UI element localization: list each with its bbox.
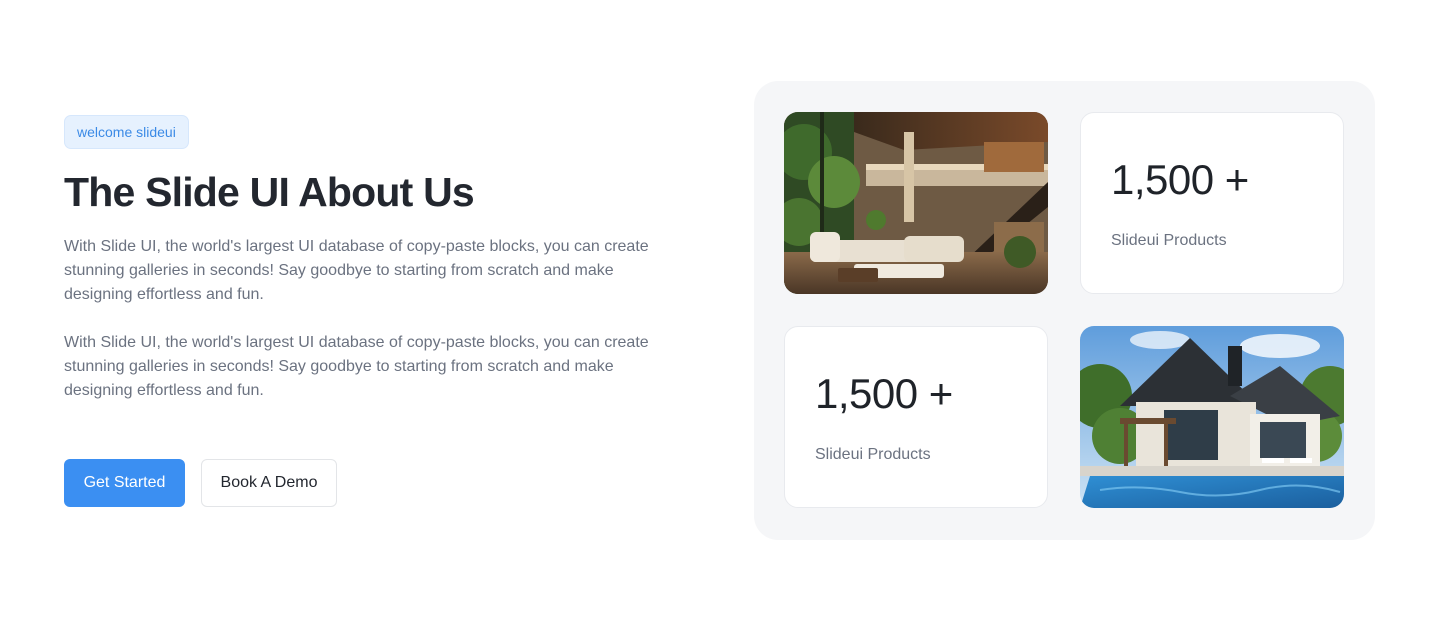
description-paragraph-1: With Slide UI, the world's largest UI da…	[64, 238, 649, 303]
welcome-badge: welcome slideui	[64, 115, 189, 149]
products-stat-card: 1,500 + Slideui Products	[1080, 112, 1344, 294]
stat-value: 1,500 +	[1111, 156, 1249, 203]
get-started-button[interactable]: Get Started	[64, 459, 185, 507]
stat-label: Slideui Products	[1111, 232, 1227, 249]
stat-label: Slideui Products	[815, 446, 931, 463]
about-section: welcome slideui The Slide UI About Us Wi…	[0, 0, 1440, 621]
cta-group: Get Started Book A Demo	[64, 459, 337, 507]
stat-value: 1,500 +	[815, 370, 953, 417]
modern-house-pool-photo	[1080, 326, 1344, 508]
gallery-panel: 1,500 + Slideui Products 1,500 + Slideui…	[754, 81, 1375, 540]
description-paragraph-2: With Slide UI, the world's largest UI da…	[64, 334, 649, 399]
products-stat-card: 1,500 + Slideui Products	[784, 326, 1048, 508]
page-title: The Slide UI About Us	[64, 169, 475, 215]
interior-living-room-photo	[784, 112, 1048, 294]
about-content: welcome slideui The Slide UI About Us Wi…	[64, 115, 684, 403]
book-demo-button[interactable]: Book A Demo	[201, 459, 337, 507]
